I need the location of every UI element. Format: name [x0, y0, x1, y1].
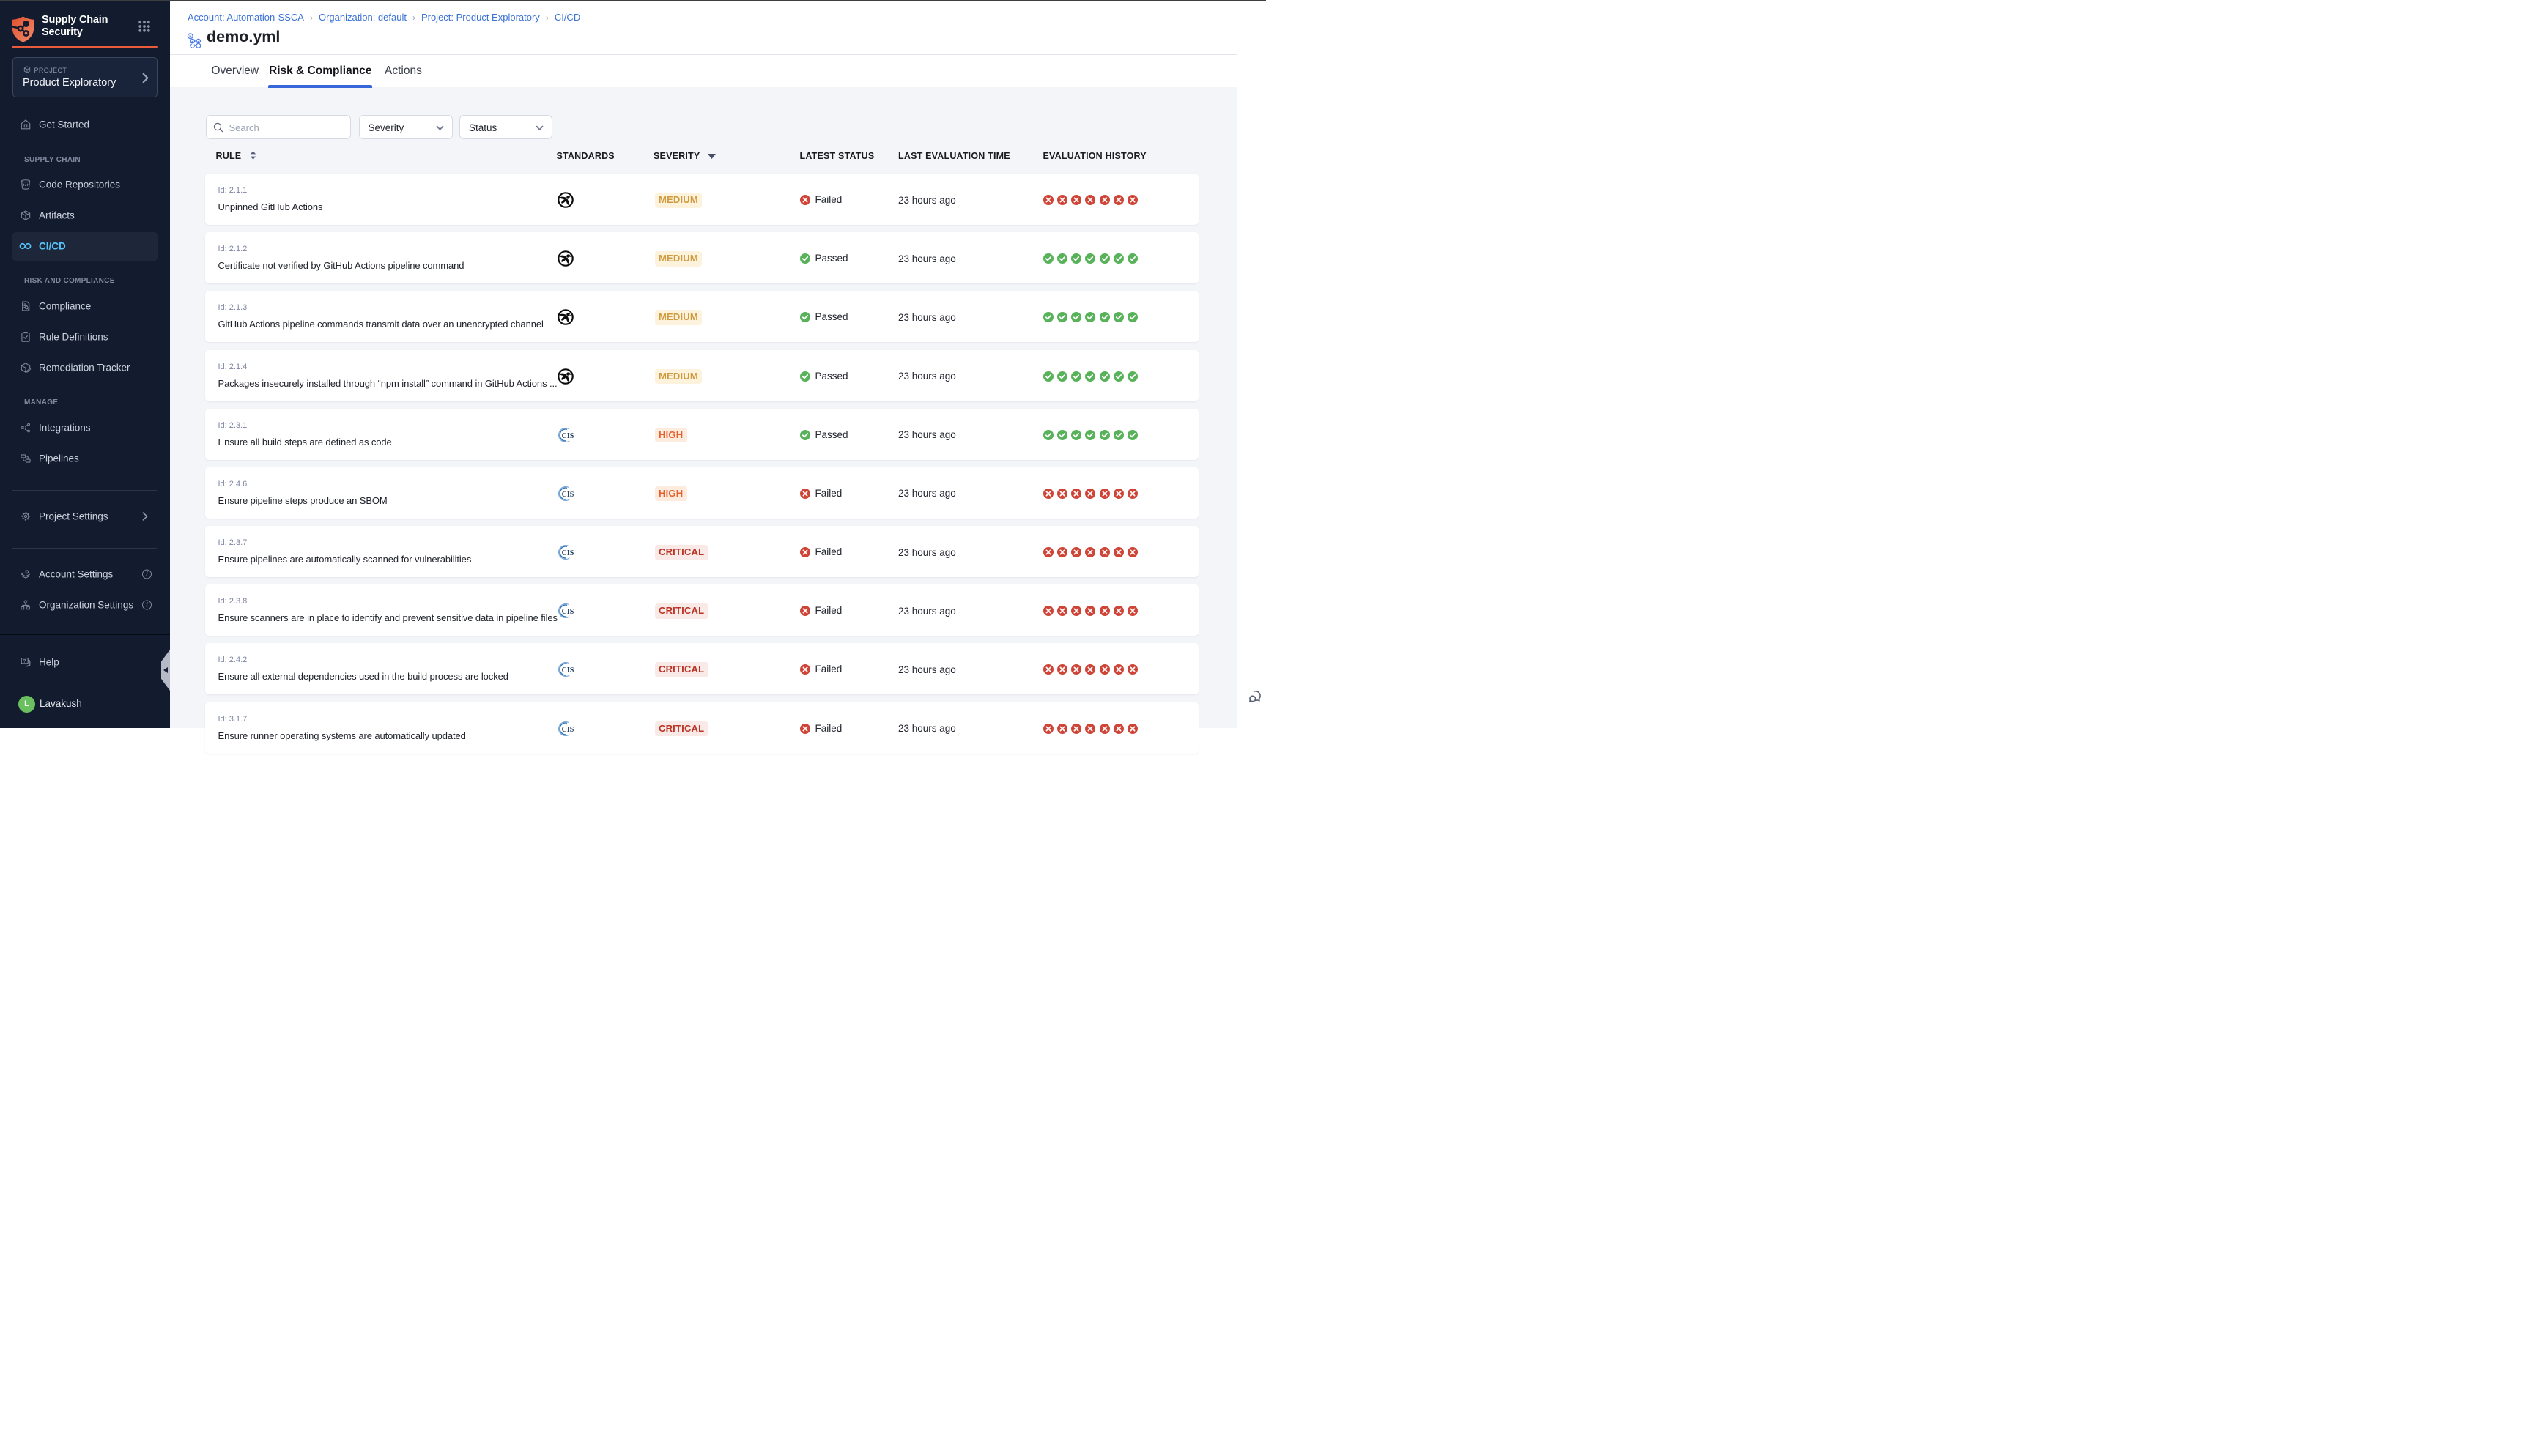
svg-text:?: ? [23, 658, 26, 664]
